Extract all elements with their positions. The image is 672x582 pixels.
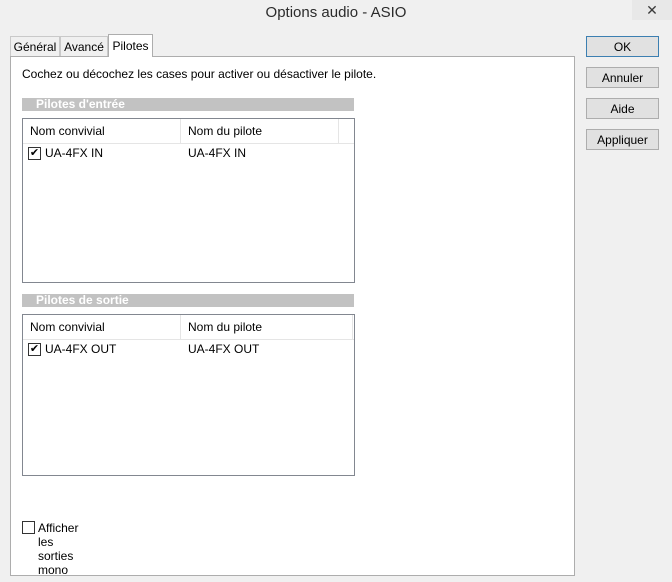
column-header-friendly-name[interactable]: Nom convivial bbox=[23, 315, 181, 339]
instructions-text: Cochez ou décochez les cases pour active… bbox=[22, 67, 377, 81]
list-header: Nom convivial Nom du pilote bbox=[23, 119, 354, 144]
driver-name-cell: UA-4FX IN bbox=[188, 146, 247, 160]
help-button[interactable]: Aide bbox=[586, 98, 659, 119]
drivers-panel: Cochez ou décochez les cases pour active… bbox=[10, 56, 575, 577]
window-title: Options audio - ASIO bbox=[265, 4, 407, 21]
close-button[interactable]: ✕ bbox=[632, 0, 672, 20]
checkmark-icon: ✔ bbox=[29, 343, 40, 355]
tab-general[interactable]: Général bbox=[10, 36, 60, 56]
list-item[interactable]: ✔ UA-4FX OUT UA-4FX OUT bbox=[23, 340, 354, 360]
input-drivers-header: Pilotes d'entrée bbox=[22, 98, 354, 111]
mono-outputs-checkbox[interactable] bbox=[22, 521, 35, 534]
friendly-name-cell: UA-4FX OUT bbox=[45, 342, 117, 356]
column-header-driver-name[interactable]: Nom du pilote bbox=[181, 315, 353, 339]
tab-drivers[interactable]: Pilotes bbox=[108, 34, 153, 57]
list-header: Nom convivial Nom du pilote bbox=[23, 315, 354, 340]
list-item[interactable]: ✔ UA-4FX IN UA-4FX IN bbox=[23, 144, 354, 164]
driver-name-cell: UA-4FX OUT bbox=[188, 342, 260, 356]
apply-button[interactable]: Appliquer bbox=[586, 129, 659, 150]
tab-advanced[interactable]: Avancé bbox=[60, 36, 108, 56]
ok-button[interactable]: OK bbox=[586, 36, 659, 57]
input-driver-checkbox[interactable]: ✔ bbox=[28, 147, 41, 160]
output-drivers-list[interactable]: Nom convivial Nom du pilote ✔ UA-4FX OUT… bbox=[22, 314, 355, 476]
column-header-driver-name[interactable]: Nom du pilote bbox=[181, 119, 339, 143]
cancel-button[interactable]: Annuler bbox=[586, 67, 659, 88]
checkmark-icon: ✔ bbox=[29, 147, 40, 159]
output-drivers-header: Pilotes de sortie bbox=[22, 294, 354, 307]
input-drivers-list[interactable]: Nom convivial Nom du pilote ✔ UA-4FX IN … bbox=[22, 118, 355, 283]
friendly-name-cell: UA-4FX IN bbox=[45, 146, 104, 160]
column-header-friendly-name[interactable]: Nom convivial bbox=[23, 119, 181, 143]
close-icon: ✕ bbox=[646, 1, 658, 18]
mono-outputs-label: Afficher les sorties mono bbox=[38, 521, 79, 577]
output-driver-checkbox[interactable]: ✔ bbox=[28, 343, 41, 356]
title-bar: Options audio - ASIO ✕ bbox=[0, 0, 672, 27]
